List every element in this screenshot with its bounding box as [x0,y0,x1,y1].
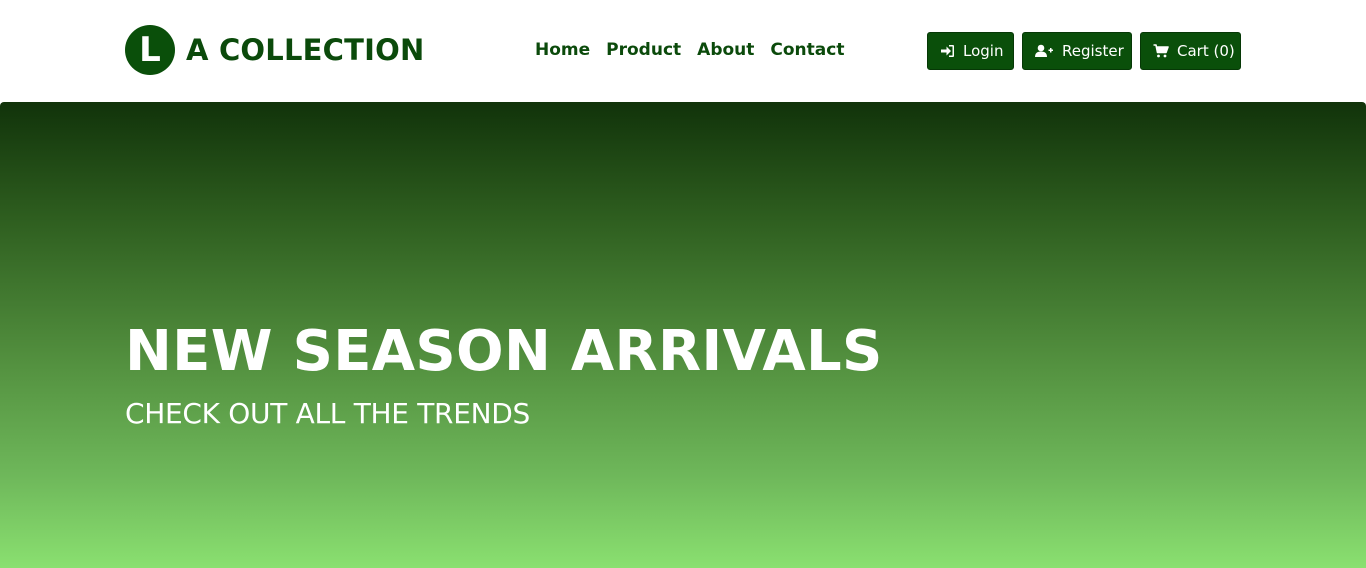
cart-label: Cart (0) [1177,42,1235,60]
shopping-cart-icon [1153,44,1169,58]
register-button[interactable]: Register [1022,32,1132,70]
user-plus-icon [1035,44,1054,58]
top-navbar: L A COLLECTION Home Product About Contac… [0,0,1366,103]
nav-actions: Login Register Cart (0) [927,32,1241,70]
brand-mark: L [125,25,175,75]
nav-item-home: Home [535,40,590,60]
cart-button[interactable]: Cart (0) [1140,32,1241,70]
brand-name: A COLLECTION [186,33,425,67]
hero-banner: NEW SEASON ARRIVALS CHECK OUT ALL THE TR… [0,102,1366,568]
sign-in-icon [940,44,955,58]
main-nav: Home Product About Contact [535,40,844,60]
hero-subtitle: CHECK OUT ALL THE TRENDS [125,397,530,430]
register-label: Register [1062,42,1124,60]
login-label: Login [963,42,1004,60]
nav-link-home[interactable]: Home [535,40,590,60]
nav-link-contact[interactable]: Contact [770,40,844,60]
nav-link-about[interactable]: About [697,40,754,60]
nav-item-product: Product [606,40,681,60]
nav-link-product[interactable]: Product [606,40,681,60]
nav-item-about: About [697,40,754,60]
hero-title: NEW SEASON ARRIVALS [125,319,883,384]
nav-item-contact: Contact [770,40,844,60]
brand-logo-link[interactable]: L A COLLECTION [125,25,424,75]
login-button[interactable]: Login [927,32,1014,70]
